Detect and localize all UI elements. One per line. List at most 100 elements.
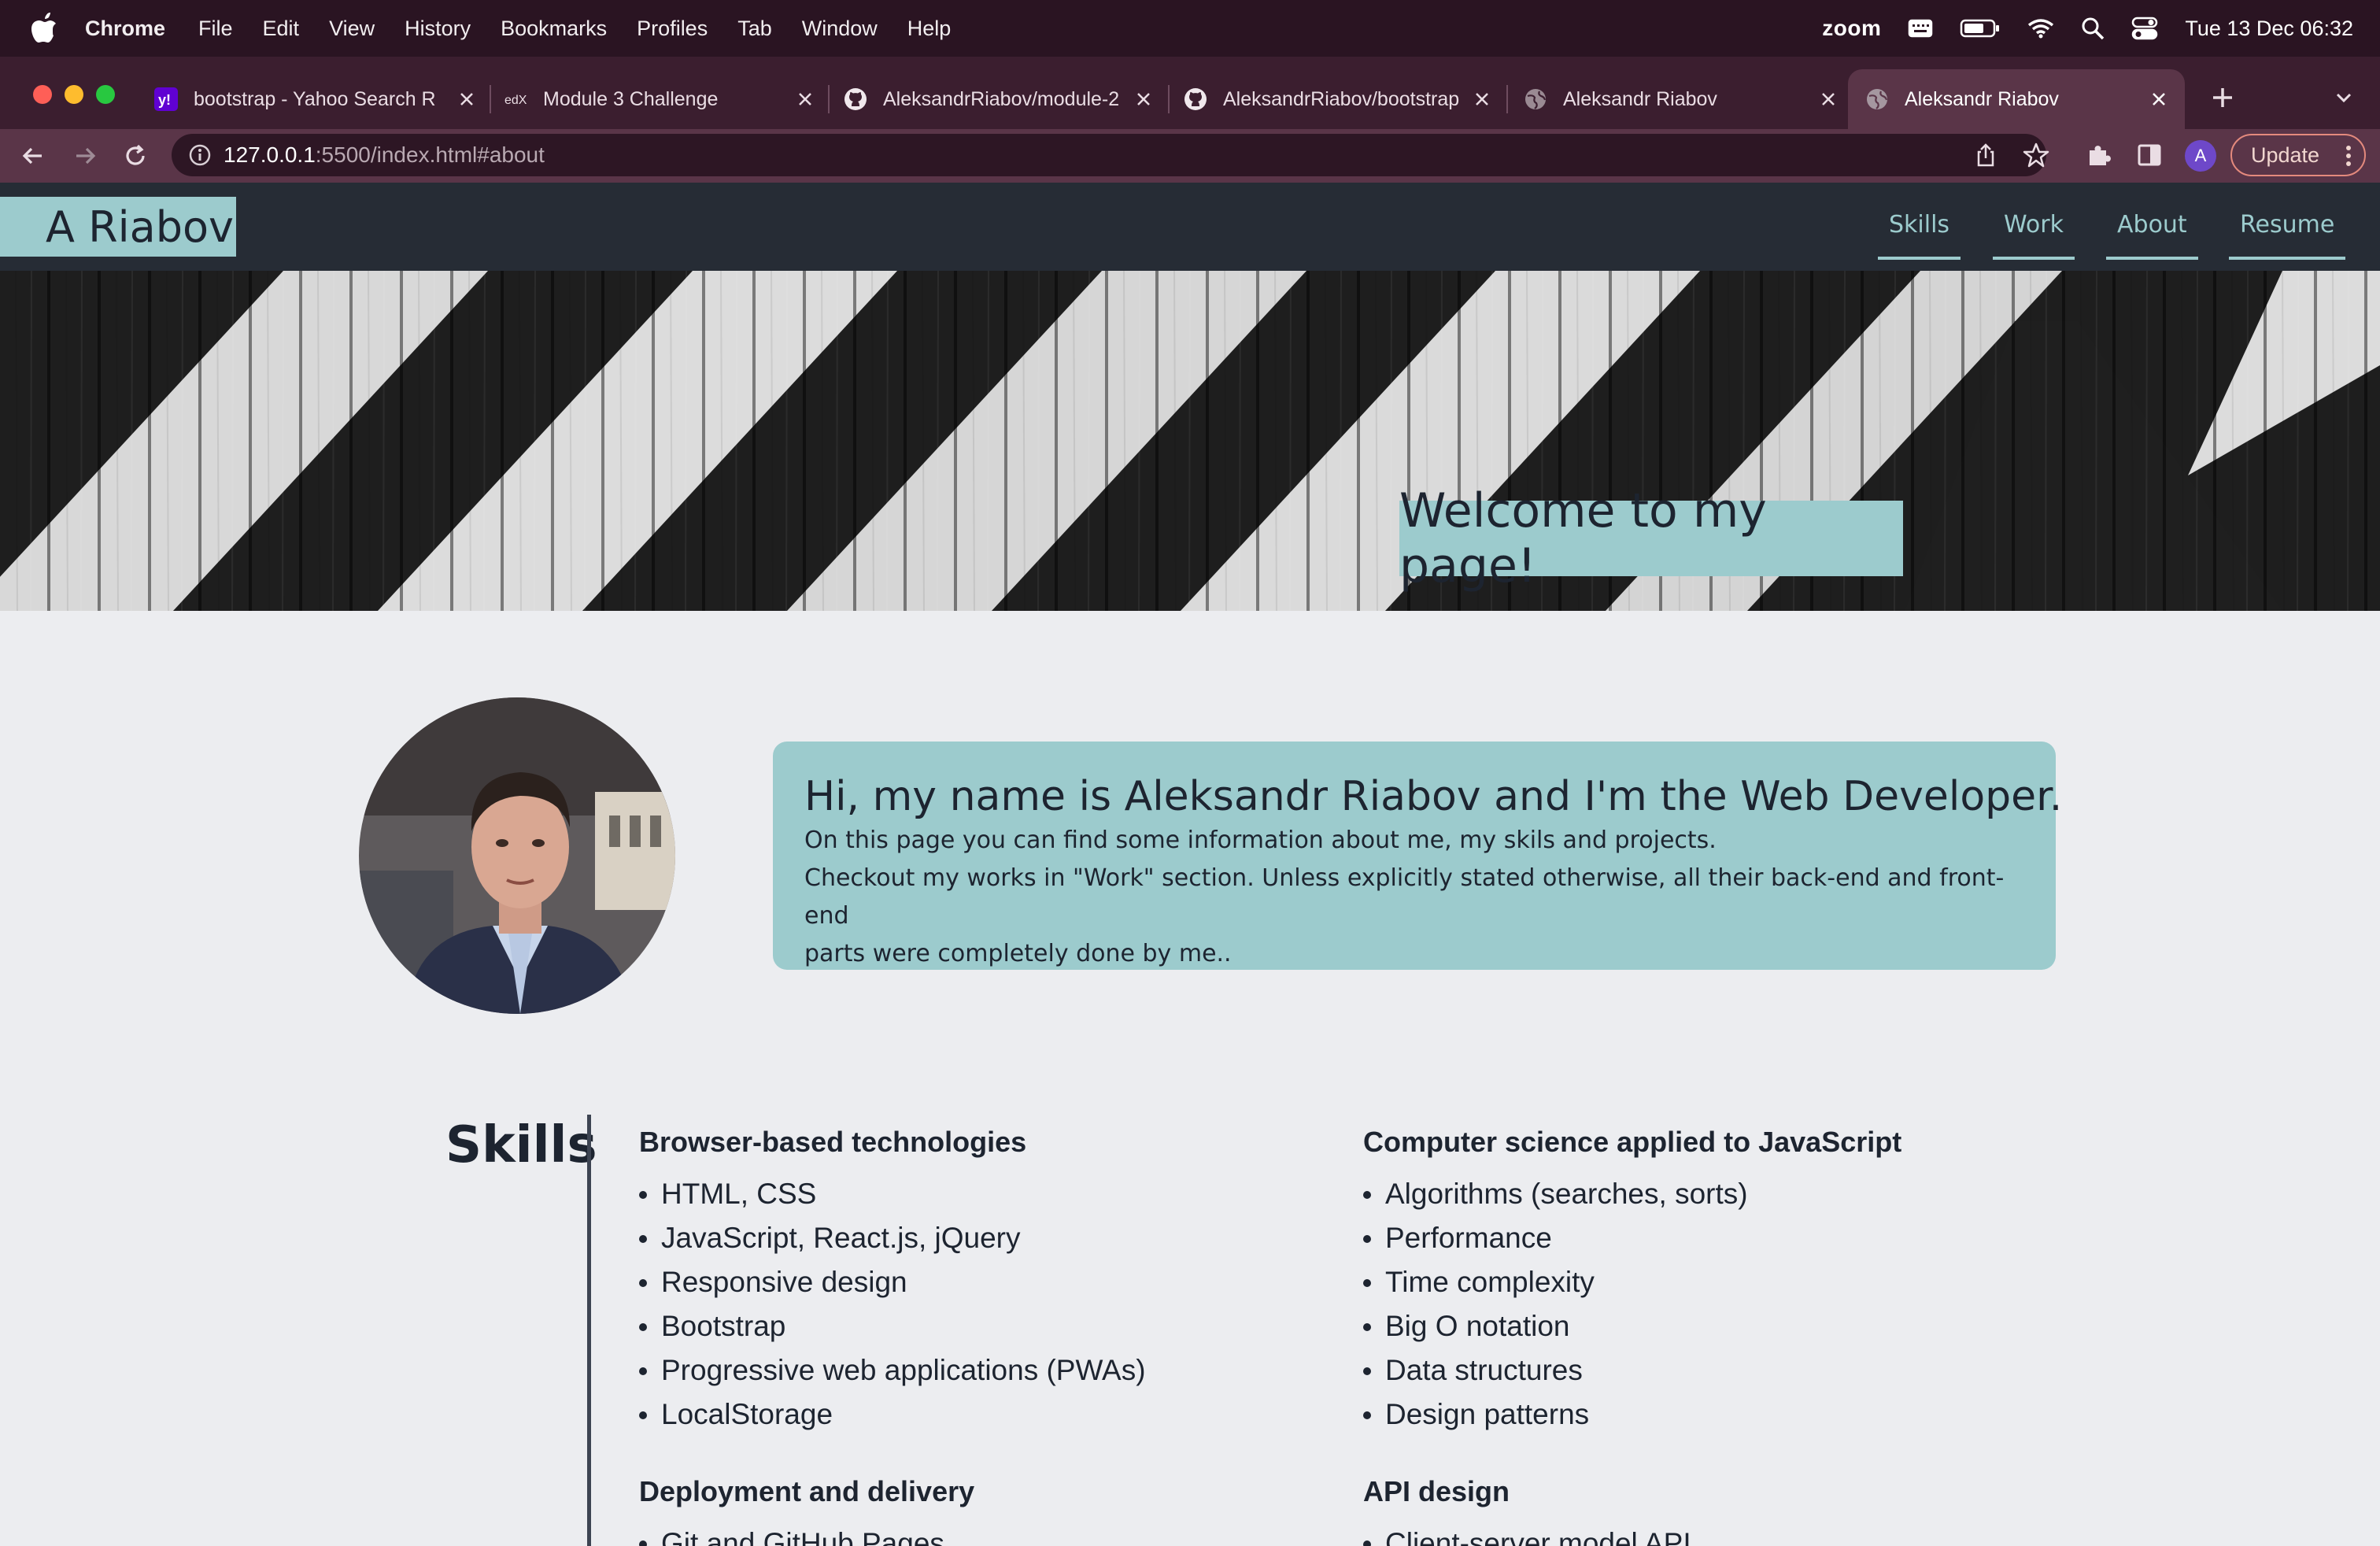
tab-title: AleksandrRiabov/module-2 [883,87,1120,110]
skill-group-title: Deployment and delivery [639,1475,975,1507]
menu-help[interactable]: Help [907,17,952,41]
skill-group-browser: Browser-based technologies HTML, CSS Jav… [639,1126,1146,1442]
github-icon [1184,87,1207,111]
menu-file[interactable]: File [198,17,233,41]
window-close-button[interactable] [33,85,52,104]
skill-list: Git and GitHub Pages [639,1527,974,1546]
bio-line: On this page you can find some informati… [804,827,1717,854]
keyboard-icon[interactable] [1908,18,1933,39]
skill-list: HTML, CSS JavaScript, React.js, jQuery R… [639,1178,1146,1442]
tab-separator [1506,85,1508,113]
more-menu-icon[interactable] [2345,145,2352,167]
control-center-icon[interactable] [2131,17,2158,40]
close-tab-icon[interactable] [795,89,815,109]
address-bar[interactable]: 127.0.0.1:5500/index.html#about [172,134,2046,176]
edx-icon: edX [504,87,527,111]
menu-edit[interactable]: Edit [263,17,300,41]
skills-divider [587,1115,591,1546]
tab-title: bootstrap - Yahoo Search R [194,87,436,110]
skill-item: Algorithms (searches, sorts) [1363,1178,1901,1222]
menubar-clock[interactable]: Tue 13 Dec 06:32 [2185,17,2353,41]
battery-icon[interactable] [1960,18,2001,39]
skill-item: Data structures [1363,1354,1901,1398]
side-panel-icon[interactable] [2134,140,2164,170]
site-brand-logo[interactable]: A Riabov [0,197,236,257]
menu-profiles[interactable]: Profiles [637,17,708,41]
bookmark-star-icon[interactable] [2021,140,2051,170]
tab-title: Aleksandr Riabov [1905,87,2059,110]
close-tab-icon[interactable] [456,89,477,109]
skill-group-computer-science: Computer science applied to JavaScript A… [1363,1126,1901,1442]
page-viewport: A Riabov Skills Work About Resume Welcom… [0,183,2380,1546]
site-info-icon[interactable] [187,142,213,168]
browser-tab-riabov[interactable]: Aleksandr Riabov [1524,72,1839,126]
hero-banner: Welcome to my page! [0,271,2380,611]
tab-title: Aleksandr Riabov [1563,87,1717,110]
url-path: :5500/index.html#about [315,142,545,167]
profile-avatar-button[interactable]: A [2185,140,2216,172]
menu-view[interactable]: View [329,17,375,41]
tab-title: AleksandrRiabov/bootstrap [1223,87,1460,110]
update-label: Update [2251,142,2320,167]
window-minimize-button[interactable] [65,85,83,104]
menubar-status-area: zoom Tue 13 Dec 06:32 [1822,0,2380,57]
spotlight-search-icon[interactable] [2081,17,2105,40]
nav-link-resume[interactable]: Resume [2229,211,2346,260]
github-icon [844,87,867,111]
yahoo-icon: y! [154,87,178,111]
skill-item: Responsive design [639,1266,1146,1310]
close-tab-icon[interactable] [1818,89,1839,109]
back-button[interactable] [17,140,49,172]
menu-bookmarks[interactable]: Bookmarks [501,17,607,41]
skill-item: Big O notation [1363,1310,1901,1354]
skill-item: Bootstrap [639,1310,1146,1354]
bio-line: Checkout my works in "Work" section. Unl… [804,864,2005,930]
apple-logo-icon[interactable] [30,13,58,44]
menu-history[interactable]: History [405,17,471,41]
skill-item: Design patterns [1363,1398,1901,1442]
share-icon[interactable] [1971,140,2001,170]
wood-stripes-background-image [0,271,2380,611]
svg-text:y!: y! [158,92,171,108]
browser-tab-github-bootstrap[interactable]: AleksandrRiabov/bootstrap [1184,72,1492,126]
skills-section-title: Skills [445,1116,597,1174]
close-tab-icon[interactable] [1133,89,1154,109]
skill-group-title: API design [1363,1475,1510,1507]
menu-tab[interactable]: Tab [737,17,772,41]
nav-link-about[interactable]: About [2106,211,2198,260]
about-bio-card: Hi, my name is Aleksandr Riabov and I'm … [773,742,2063,970]
forward-button[interactable] [69,140,101,172]
skill-item: Performance [1363,1222,1901,1266]
wifi-icon[interactable] [2027,17,2054,39]
tab-separator [1168,85,1170,113]
extensions-puzzle-icon[interactable] [2084,140,2114,170]
browser-tab-github-module[interactable]: AleksandrRiabov/module-2 [844,72,1154,126]
browser-tab-riabov-active[interactable]: Aleksandr Riabov [1848,69,2185,129]
close-tab-icon[interactable] [2149,89,2169,109]
window-fullscreen-button[interactable] [96,85,115,104]
svg-text:edX: edX [504,94,527,107]
tab-search-chevron-icon[interactable] [2331,85,2356,110]
tab-separator [828,85,830,113]
welcome-banner-text: Welcome to my page! [1399,483,1903,594]
tab-separator [490,85,491,113]
new-tab-button[interactable] [2207,82,2238,113]
tab-title: Module 3 Challenge [543,87,719,110]
chrome-update-button[interactable]: Update [2230,134,2366,176]
site-header: A Riabov Skills Work About Resume [0,183,2380,271]
bio-heading: Hi, my name is Aleksandr Riabov and I'm … [804,773,2063,820]
browser-tab-module3[interactable]: edX Module 3 Challenge [504,72,815,126]
skill-item: JavaScript, React.js, jQuery [639,1222,1146,1266]
skill-item: Client-server model API [1363,1527,1691,1546]
menu-window[interactable]: Window [802,17,878,41]
skill-list: Client-server model API [1363,1527,1691,1546]
browser-tab-yahoo[interactable]: y! bootstrap - Yahoo Search R [154,72,477,126]
reload-button[interactable] [120,140,151,172]
menu-app-name[interactable]: Chrome [85,17,165,41]
skill-group-title: Browser-based technologies [639,1126,1027,1158]
zoom-status-item[interactable]: zoom [1822,16,1881,41]
close-tab-icon[interactable] [1472,89,1492,109]
nav-link-work[interactable]: Work [1993,211,2075,260]
nav-link-skills[interactable]: Skills [1878,211,1961,260]
globe-icon [1865,87,1889,111]
